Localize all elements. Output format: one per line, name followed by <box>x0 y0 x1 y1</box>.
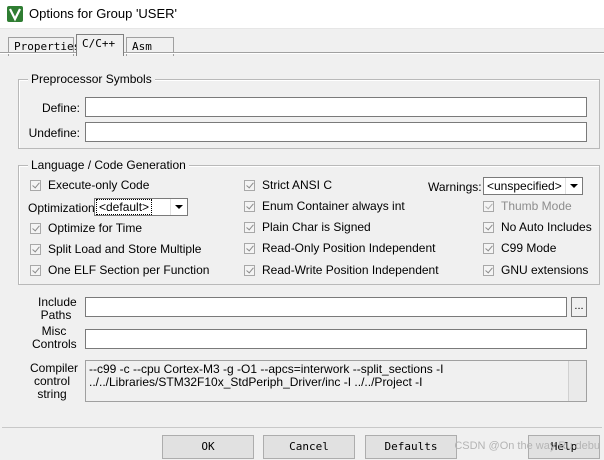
browse-include-paths-button[interactable]: ... <box>571 297 587 317</box>
optimize-time-checkbox[interactable]: Optimize for Time <box>30 221 142 235</box>
checkbox-box <box>30 179 41 191</box>
undefine-label: Undefine: <box>28 126 80 140</box>
checkbox-box <box>244 200 255 212</box>
title-bar: Options for Group 'USER' <box>0 0 604 29</box>
plain-char-checkbox[interactable]: Plain Char is Signed <box>244 220 371 234</box>
ro-pi-checkbox[interactable]: Read-Only Position Independent <box>244 241 435 255</box>
language-group-title: Language / Code Generation <box>28 158 189 172</box>
misc-label-line2: Controls <box>32 337 77 351</box>
cancel-button[interactable]: Cancel <box>263 435 355 459</box>
warnings-label: Warnings: <box>428 180 482 194</box>
chevron-down-icon <box>565 178 582 194</box>
checkbox-box <box>483 200 494 212</box>
define-label: Define: <box>41 101 80 115</box>
no-auto-includes-label: No Auto Includes <box>501 220 592 234</box>
misc-controls-label: Misc Controls <box>32 325 77 351</box>
warnings-select[interactable]: <unspecified> <box>483 177 583 195</box>
chevron-down-icon <box>170 199 187 215</box>
compiler-control-scrollbar[interactable] <box>568 361 586 401</box>
c99-mode-label: C99 Mode <box>501 241 557 255</box>
ok-button[interactable]: OK <box>162 435 254 459</box>
misc-controls-input[interactable] <box>85 329 587 349</box>
warnings-value: <unspecified> <box>487 179 562 193</box>
optimization-select[interactable]: <default> <box>94 198 188 216</box>
checkbox-box <box>483 242 494 254</box>
execute-only-label: Execute-only Code <box>48 178 150 192</box>
thumb-mode-label: Thumb Mode <box>501 199 572 213</box>
split-load-store-label: Split Load and Store Multiple <box>48 242 202 256</box>
split-load-store-checkbox[interactable]: Split Load and Store Multiple <box>30 242 201 256</box>
defaults-button[interactable]: Defaults <box>365 435 457 459</box>
strict-ansi-checkbox[interactable]: Strict ANSI C <box>244 178 332 192</box>
checkbox-box <box>30 222 41 234</box>
execute-only-checkbox[interactable]: Execute-only Code <box>30 178 149 192</box>
gnu-extensions-checkbox[interactable]: GNU extensions <box>483 263 588 277</box>
checkbox-box <box>244 264 255 276</box>
include-paths-input[interactable] <box>85 297 567 317</box>
plain-char-label: Plain Char is Signed <box>262 220 371 234</box>
tab-c-cpp[interactable]: C/C++ <box>76 34 124 56</box>
rw-pi-checkbox[interactable]: Read-Write Position Independent <box>244 263 439 277</box>
include-label-line2: Paths <box>40 308 72 322</box>
bottom-divider <box>2 427 602 428</box>
optimization-label: Optimization: <box>28 201 99 215</box>
csdn-watermark: CSDN @On the way Ru debu <box>454 440 600 452</box>
optimize-time-label: Optimize for Time <box>48 221 143 235</box>
one-elf-section-checkbox[interactable]: One ELF Section per Function <box>30 263 209 277</box>
checkbox-box <box>30 243 41 255</box>
strict-ansi-label: Strict ANSI C <box>262 178 333 192</box>
no-auto-includes-checkbox[interactable]: No Auto Includes <box>483 220 592 234</box>
rw-pi-label: Read-Write Position Independent <box>262 263 439 277</box>
checkbox-box <box>244 179 255 191</box>
window-title: Options for Group 'USER' <box>29 6 178 21</box>
preprocessor-group-title: Preprocessor Symbols <box>28 72 155 86</box>
ro-pi-label: Read-Only Position Independent <box>262 241 436 255</box>
one-elf-section-label: One ELF Section per Function <box>48 263 210 277</box>
checkbox-box <box>483 221 494 233</box>
enum-container-label: Enum Container always int <box>262 199 405 213</box>
checkbox-box <box>30 264 41 276</box>
include-paths-label: Include Paths <box>38 296 77 322</box>
enum-container-checkbox[interactable]: Enum Container always int <box>244 199 405 213</box>
checkbox-box <box>483 264 494 276</box>
optimization-value: <default> <box>96 199 153 215</box>
gnu-extensions-label: GNU extensions <box>501 263 589 277</box>
thumb-mode-checkbox[interactable]: Thumb Mode <box>483 199 572 213</box>
keil-app-icon <box>7 6 23 22</box>
compiler-control-line2: ../../Libraries/STM32F10x_StdPeriph_Driv… <box>89 375 423 389</box>
c99-mode-checkbox[interactable]: C99 Mode <box>483 241 556 255</box>
compiler-label-line3: string <box>37 387 67 401</box>
checkbox-box <box>244 242 255 254</box>
define-input[interactable] <box>85 97 587 117</box>
undefine-input[interactable] <box>85 122 587 142</box>
checkbox-box <box>244 221 255 233</box>
compiler-control-string-box[interactable]: --c99 -c --cpu Cortex-M3 -g -O1 --apcs=i… <box>85 360 587 402</box>
compiler-control-string-label: Compiler control string <box>30 362 78 401</box>
